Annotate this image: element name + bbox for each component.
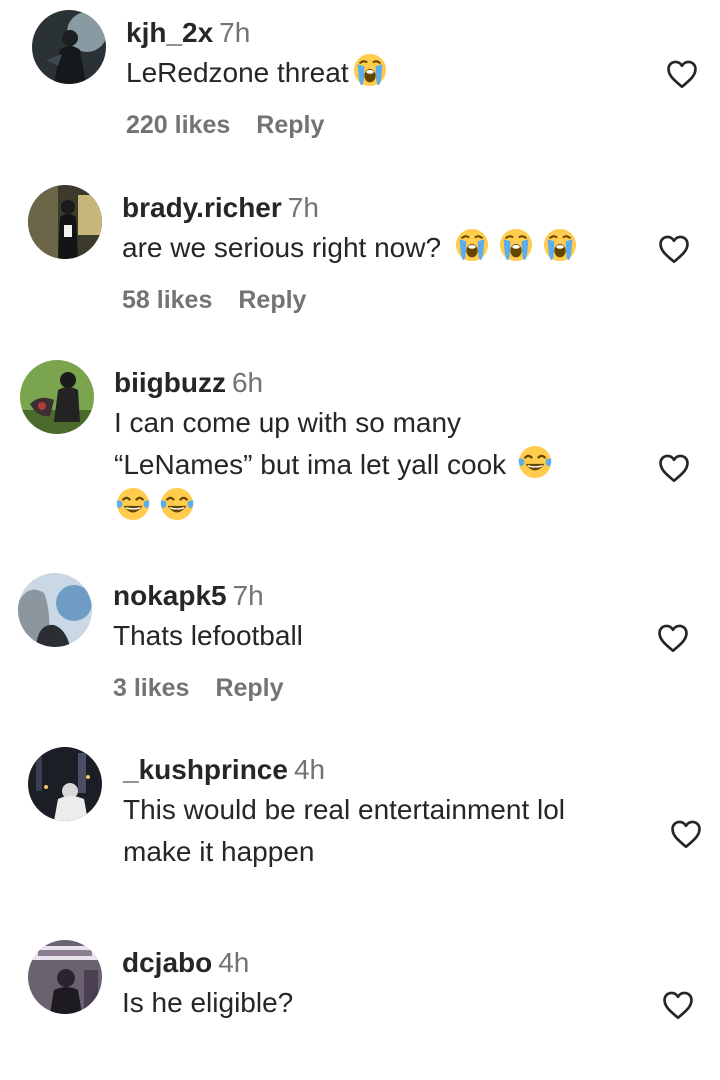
timestamp: 4h	[218, 947, 250, 978]
comment-text: Thats lefootball	[113, 620, 303, 651]
heart-icon[interactable]	[656, 451, 692, 485]
comment-text-line: This would be real entertainment lol	[123, 794, 566, 825]
reply-button[interactable]: Reply	[238, 286, 306, 314]
comment-text-line: “LeNames” but ima let yall cook	[114, 449, 507, 480]
loudly-crying-emoji-icon	[455, 228, 489, 262]
username[interactable]: nokapk5	[113, 580, 227, 611]
avatar[interactable]	[20, 360, 94, 434]
username[interactable]: biigbuzz	[114, 367, 226, 398]
avatar[interactable]	[28, 185, 102, 259]
avatar[interactable]	[28, 940, 102, 1014]
likes-count[interactable]: 220 likes	[126, 111, 230, 139]
heart-icon[interactable]	[660, 988, 696, 1022]
username[interactable]: dcjabo	[122, 947, 212, 978]
loudly-crying-emoji-icon	[543, 228, 577, 262]
avatar[interactable]	[18, 573, 92, 647]
comment-text: LeRedzone threat	[126, 52, 387, 94]
username[interactable]: brady.richer	[122, 192, 282, 223]
tears-of-joy-emoji-icon	[160, 487, 194, 521]
comment-text-line: I can come up with so many	[114, 407, 462, 438]
reply-button[interactable]: Reply	[256, 111, 324, 139]
username[interactable]: kjh_2x	[126, 17, 213, 48]
comment-text: I can come up with so many “LeNames” but…	[114, 402, 552, 528]
timestamp: 7h	[287, 192, 319, 223]
comment-text-content: LeRedzone threat	[126, 57, 349, 88]
comment-text: This would be real entertainment lol mak…	[123, 789, 565, 873]
comment-text-line: make it happen	[123, 836, 315, 867]
avatar[interactable]	[32, 10, 106, 84]
comment-text: are we serious right now?	[122, 227, 577, 269]
likes-count[interactable]: 3 likes	[113, 674, 189, 702]
timestamp: 7h	[219, 17, 251, 48]
loudly-crying-emoji-icon	[353, 53, 387, 87]
avatar[interactable]	[28, 747, 102, 821]
timestamp: 7h	[232, 580, 264, 611]
reply-button[interactable]: Reply	[215, 674, 283, 702]
timestamp: 4h	[293, 754, 326, 785]
tears-of-joy-emoji-icon	[518, 445, 552, 479]
comment-text-content: are we serious right now?	[122, 232, 442, 263]
heart-icon[interactable]	[655, 621, 691, 655]
likes-count[interactable]: 58 likes	[122, 286, 212, 314]
username[interactable]: _kushprince	[123, 754, 288, 785]
heart-icon[interactable]	[664, 57, 700, 91]
heart-icon[interactable]	[656, 232, 692, 266]
tears-of-joy-emoji-icon	[116, 487, 150, 521]
loudly-crying-emoji-icon	[499, 228, 533, 262]
heart-icon[interactable]	[668, 817, 704, 851]
comment-text: Is he eligible?	[122, 987, 294, 1018]
timestamp: 6h	[231, 367, 264, 398]
